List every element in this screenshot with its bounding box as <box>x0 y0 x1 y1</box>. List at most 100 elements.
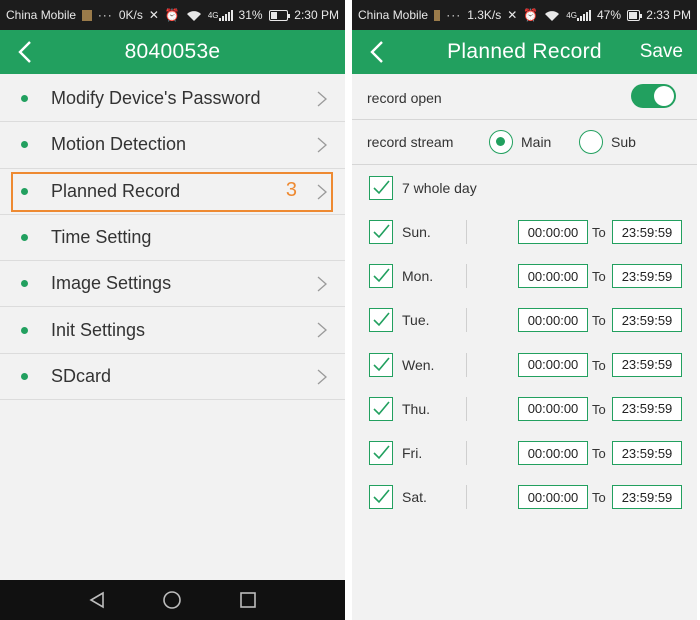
row-divider <box>466 352 467 377</box>
day-checkbox[interactable] <box>369 308 393 333</box>
mute-icon: ✕ <box>148 8 159 22</box>
save-button[interactable]: Save <box>640 41 683 63</box>
clock: 2:30 PM <box>294 8 339 22</box>
status-bar: China Mobile ··· 1.3K/s ✕ ⏰ 4G 47% 2:33 … <box>352 0 697 30</box>
start-time-field[interactable]: 00:00:00 <box>518 308 588 333</box>
radio-circle-main <box>489 130 513 154</box>
network-speed: 0K/s <box>118 8 143 22</box>
bullet-dot <box>21 141 28 149</box>
to-label: To <box>592 490 606 506</box>
wifi-icon <box>544 8 560 22</box>
row-divider <box>466 485 467 510</box>
nav-bar <box>0 580 345 620</box>
app-bar: Planned Record Save <box>352 30 697 74</box>
menu-item[interactable]: Planned Record 3 <box>0 169 345 215</box>
start-time-field[interactable]: 00:00:00 <box>518 220 588 244</box>
end-time-field[interactable]: 23:59:59 <box>612 485 682 510</box>
menu-item-label: Image Settings <box>51 273 172 294</box>
more-notifications-icon: ··· <box>97 8 113 22</box>
battery-icon <box>268 9 291 21</box>
settings-menu: Modify Device's Password Motion Detection… <box>0 76 345 401</box>
page-title: Planned Record <box>447 40 602 63</box>
toggle-knob <box>654 86 674 106</box>
bullet-dot <box>21 280 28 288</box>
to-label: To <box>592 357 606 373</box>
back-arrow-icon[interactable] <box>16 40 38 64</box>
day-checkbox[interactable] <box>369 441 393 465</box>
menu-item[interactable]: Init Settings <box>0 307 345 354</box>
checkmark-icon <box>373 357 390 371</box>
whole-day-checkbox[interactable] <box>369 176 393 200</box>
notification-icon <box>434 9 441 21</box>
record-open-toggle[interactable] <box>631 84 676 108</box>
status-bar: China Mobile ··· 0K/s ✕ ⏰ 4G 31% 2:30 PM <box>0 0 345 30</box>
signal-icon <box>218 9 233 21</box>
day-label: Fri. <box>402 445 423 461</box>
menu-item[interactable]: Time Setting <box>0 215 345 262</box>
day-checkbox[interactable] <box>369 264 393 289</box>
menu-item-label: SDcard <box>51 365 112 386</box>
day-checkbox[interactable] <box>369 485 393 510</box>
nav-home-icon[interactable] <box>162 590 182 610</box>
to-label: To <box>592 269 606 285</box>
end-time-field[interactable]: 23:59:59 <box>612 220 682 244</box>
menu-item[interactable]: Motion Detection <box>0 122 345 169</box>
checkmark-icon <box>373 489 390 504</box>
alarm-icon: ⏰ <box>164 8 180 22</box>
carrier-label: China Mobile <box>6 8 77 22</box>
day-checkbox[interactable] <box>369 352 393 377</box>
record-stream-row: record stream Main Sub <box>352 120 697 165</box>
start-time-field[interactable]: 00:00:00 <box>518 264 588 289</box>
menu-item-label: Init Settings <box>51 319 146 340</box>
menu-item-label: Motion Detection <box>51 134 187 155</box>
battery-percent: 31% <box>238 8 263 22</box>
nav-back-icon[interactable] <box>88 591 106 609</box>
alarm-icon: ⏰ <box>523 8 539 22</box>
battery-fill <box>270 11 277 19</box>
back-arrow-icon[interactable] <box>368 40 390 64</box>
device-id-title: 8040053e <box>124 40 221 63</box>
day-label: Thu. <box>402 400 431 417</box>
start-time-field[interactable]: 00:00:00 <box>518 396 588 421</box>
chevron-right-icon <box>317 322 327 338</box>
end-time-field[interactable]: 23:59:59 <box>612 264 682 289</box>
checkmark-icon <box>373 445 390 460</box>
menu-item[interactable]: Image Settings <box>0 261 345 308</box>
whole-day-label: 7 whole day <box>402 180 477 196</box>
menu-item[interactable]: Modify Device's Password <box>0 76 345 123</box>
menu-item[interactable]: SDcard <box>0 354 345 401</box>
bullet-dot <box>21 372 28 380</box>
checkmark-icon <box>373 224 390 239</box>
chevron-right-icon <box>317 184 327 200</box>
annotation-number: 3 <box>285 178 297 201</box>
record-open-label: record open <box>367 89 442 106</box>
end-time-field[interactable]: 23:59:59 <box>612 352 682 377</box>
day-checkbox[interactable] <box>369 220 393 244</box>
chevron-right-icon <box>317 137 327 153</box>
day-label: Sun. <box>402 224 431 240</box>
clock: 2:33 PM <box>646 8 691 22</box>
end-time-field[interactable]: 23:59:59 <box>612 441 682 465</box>
end-time-field[interactable]: 23:59:59 <box>612 396 682 421</box>
stream-main-label: Main <box>521 134 552 150</box>
nav-recents-icon[interactable] <box>239 591 257 609</box>
network-speed: 1.3K/s <box>467 8 502 22</box>
network-type: 4G <box>207 10 219 20</box>
to-label: To <box>592 446 606 461</box>
row-divider <box>466 264 467 289</box>
app-bar: 8040053e <box>0 30 345 74</box>
start-time-field[interactable]: 00:00:00 <box>518 441 588 465</box>
stream-main-radio[interactable]: Main <box>489 130 551 154</box>
chevron-right-icon <box>317 276 327 292</box>
row-divider <box>466 220 467 244</box>
stream-sub-radio[interactable]: Sub <box>579 130 636 154</box>
end-time-field[interactable]: 23:59:59 <box>612 308 682 333</box>
menu-item-label: Modify Device's Password <box>51 88 261 109</box>
start-time-field[interactable]: 00:00:00 <box>518 352 588 377</box>
record-open-row: record open <box>352 76 697 120</box>
signal-icon <box>576 9 591 21</box>
record-stream-label: record stream <box>367 134 454 150</box>
day-checkbox[interactable] <box>369 396 393 421</box>
checkmark-icon <box>373 268 390 283</box>
start-time-field[interactable]: 00:00:00 <box>518 485 588 510</box>
